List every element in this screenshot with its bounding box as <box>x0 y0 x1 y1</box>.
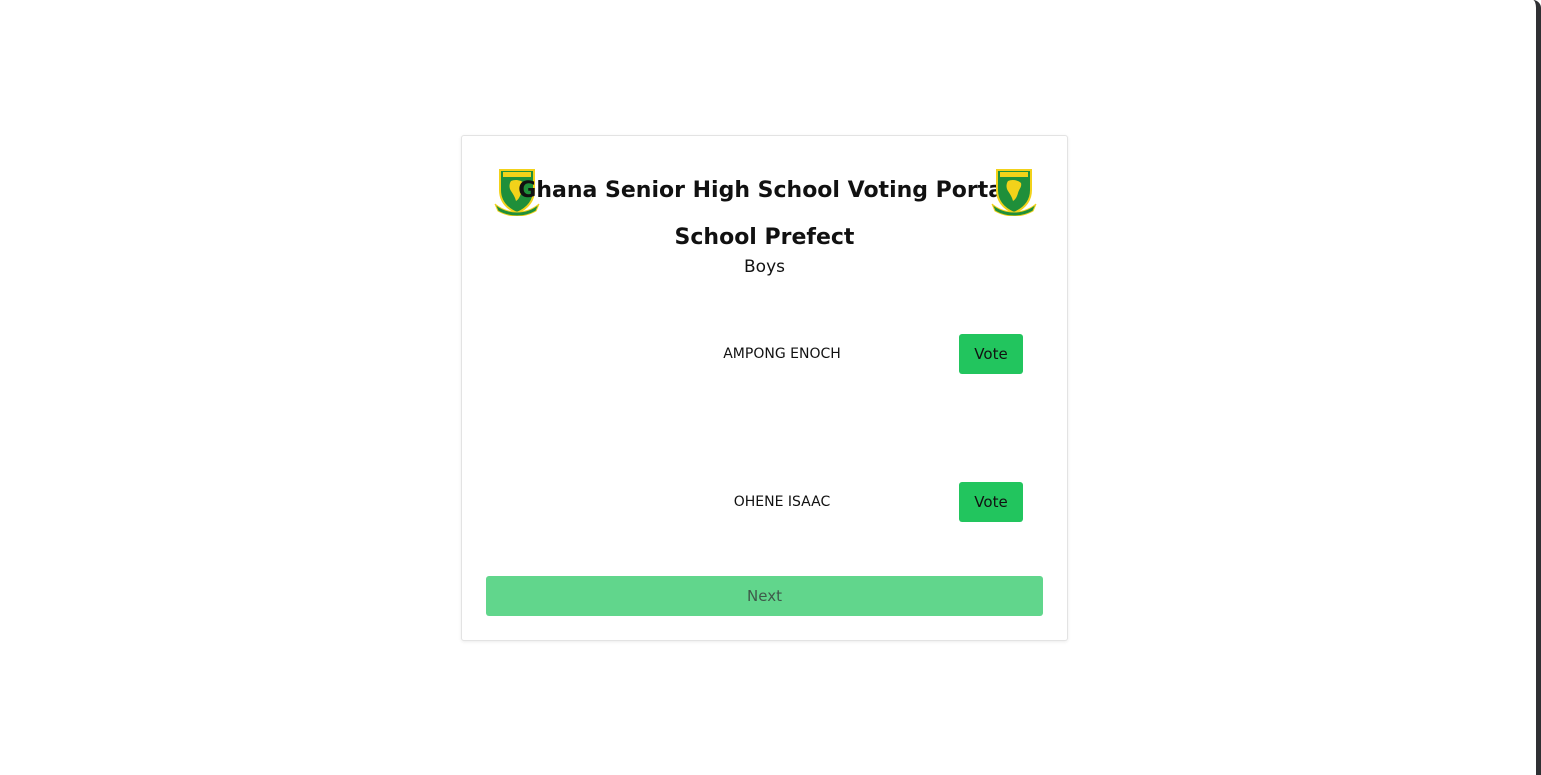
portal-header: Ghana Senior High School Voting Portal <box>462 166 1067 216</box>
voting-card: Ghana Senior High School Voting Portal S… <box>461 135 1068 641</box>
position-title: School Prefect <box>674 225 855 250</box>
candidate-name: AMPONG ENOCH <box>723 346 841 362</box>
candidate-row: AMPONG ENOCH Vote <box>462 334 1067 374</box>
category-label: Boys <box>744 257 785 277</box>
vote-button[interactable]: Vote <box>959 334 1023 374</box>
vote-button[interactable]: Vote <box>959 482 1023 522</box>
candidate-row: OHENE ISAAC Vote <box>462 482 1067 522</box>
school-crest-icon <box>991 169 1037 216</box>
candidate-name: OHENE ISAAC <box>733 494 831 510</box>
portal-title: Ghana Senior High School Voting Portal <box>518 178 1011 203</box>
next-button[interactable]: Next <box>486 576 1043 616</box>
